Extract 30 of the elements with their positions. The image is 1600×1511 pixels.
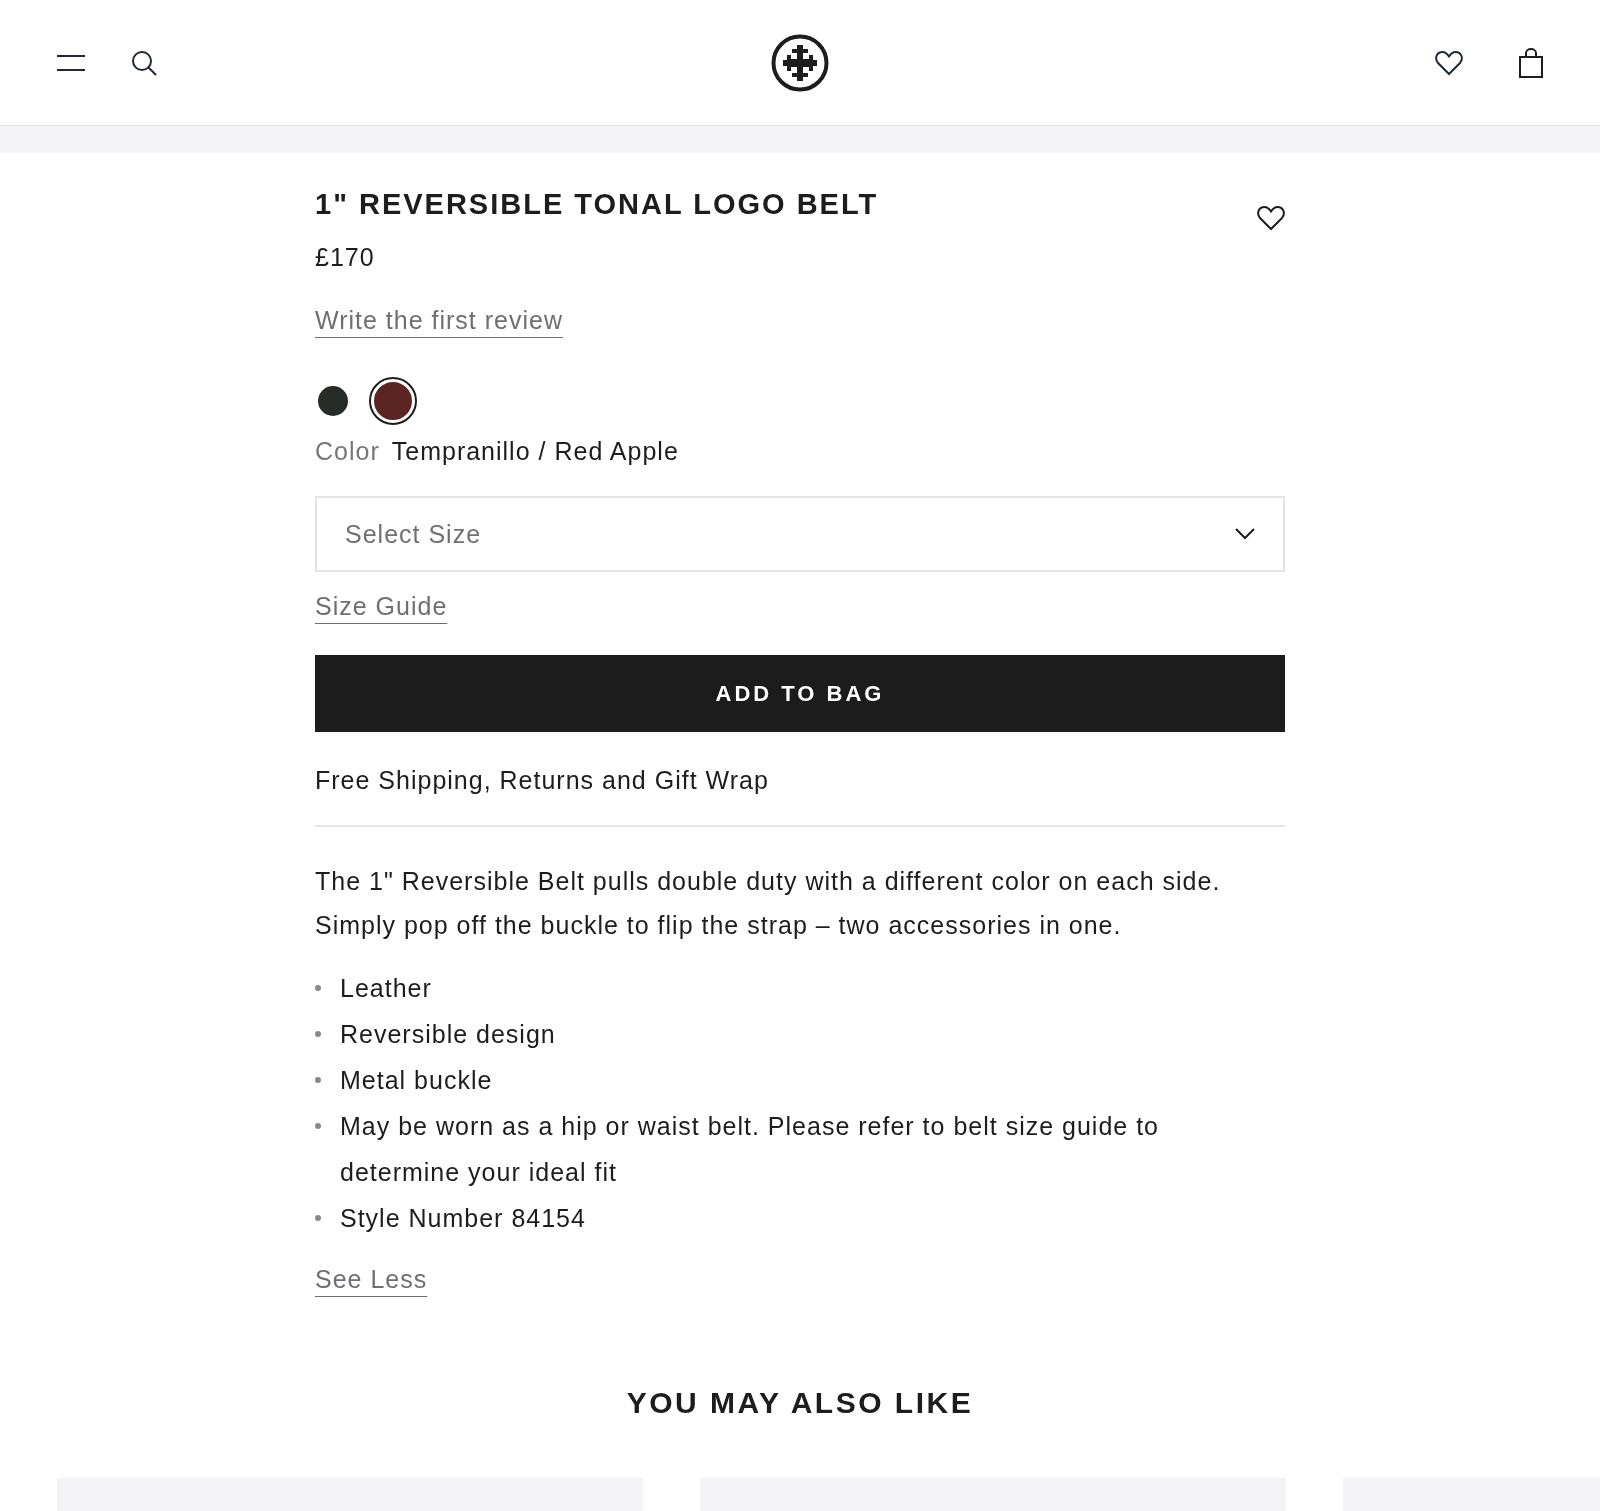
shipping-info: Free Shipping, Returns and Gift Wrap [315, 766, 770, 795]
size-guide-link[interactable]: Size Guide [315, 592, 448, 621]
color-swatch[interactable] [371, 379, 415, 423]
bullet-icon [315, 1123, 321, 1129]
section-heading: YOU MAY ALSO LIKE [625, 1386, 975, 1420]
see-less-link[interactable]: See Less [315, 1265, 428, 1294]
shopping-bag-icon[interactable] [1519, 47, 1543, 78]
product-description: The 1" Reversible Belt pulls double duty with a different color on each side. Simply pop off the buckle to flip the strap – two accessories in one. [315, 866, 1222, 941]
feature-item: Reversible design [340, 1019, 556, 1050]
add-to-bag-button[interactable]: ADD TO BAG [315, 655, 1285, 732]
bullet-icon [315, 1077, 321, 1083]
product-title: 1" REVERSIBLE TONAL LOGO BELT [315, 187, 879, 222]
search-icon[interactable] [131, 49, 157, 76]
chevron-down-icon [1235, 528, 1255, 540]
logo-icon[interactable] [771, 33, 829, 92]
bullet-icon [315, 985, 321, 991]
feature-item: May be worn as a hip or waist belt. Please refer to belt size guide to determine your ideal fit [340, 1111, 1160, 1188]
product-price: £170 [315, 243, 376, 272]
heart-icon[interactable] [1435, 49, 1463, 76]
menu-icon[interactable] [57, 54, 85, 71]
review-link[interactable]: Write the first review [315, 306, 563, 335]
feature-item: Leather [340, 973, 432, 1004]
feature-item: Metal buckle [340, 1065, 493, 1096]
heart-icon[interactable] [1257, 205, 1285, 231]
bullet-icon [315, 1031, 321, 1037]
feature-item: Style Number 84154 [340, 1203, 586, 1234]
bullet-icon [315, 1215, 321, 1221]
size-select[interactable]: Select Size [315, 496, 1285, 572]
color-value: Tempranillo / Red Apple [391, 437, 679, 466]
color-label: Color [315, 437, 380, 466]
